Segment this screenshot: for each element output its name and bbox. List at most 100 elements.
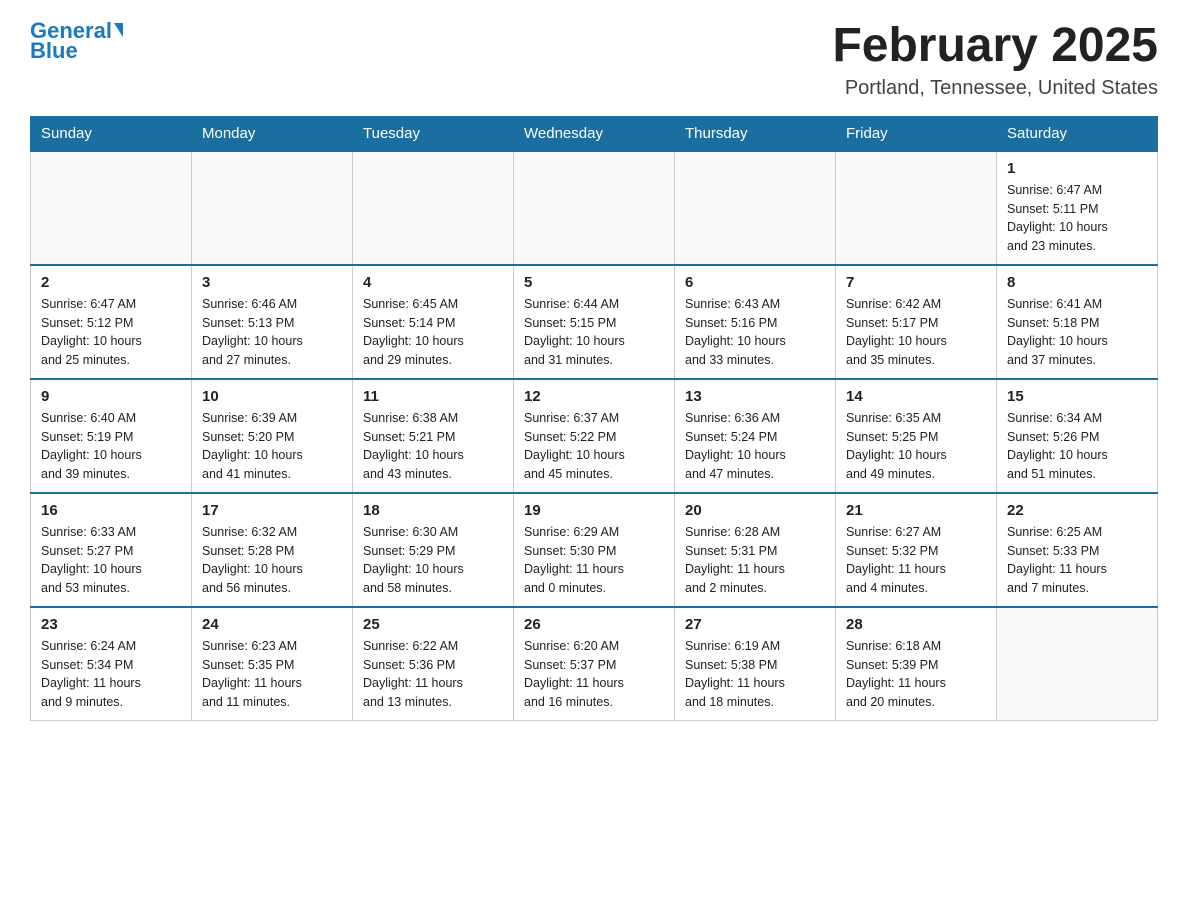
day-info: Sunrise: 6:45 AM Sunset: 5:14 PM Dayligh… (363, 295, 503, 370)
day-info: Sunrise: 6:28 AM Sunset: 5:31 PM Dayligh… (685, 523, 825, 598)
calendar-day-cell (353, 151, 514, 265)
logo-blue: Blue (30, 40, 78, 62)
calendar-day-cell: 3 Sunrise: 6:46 AM Sunset: 5:13 PM Daylig… (192, 265, 353, 379)
calendar-day-cell: 10Sunrise: 6:39 AM Sunset: 5:20 PM Dayli… (192, 379, 353, 493)
calendar-day-cell: 1Sunrise: 6:47 AM Sunset: 5:11 PM Daylig… (997, 151, 1158, 265)
day-number: 3 (202, 274, 342, 291)
calendar-day-cell: 5Sunrise: 6:44 AM Sunset: 5:15 PM Daylig… (514, 265, 675, 379)
day-number: 23 (41, 616, 181, 633)
day-of-week-header: Thursday (675, 116, 836, 151)
day-info: Sunrise: 6:18 AM Sunset: 5:39 PM Dayligh… (846, 637, 986, 712)
day-info: Sunrise: 6:19 AM Sunset: 5:38 PM Dayligh… (685, 637, 825, 712)
day-info: Sunrise: 6:24 AM Sunset: 5:34 PM Dayligh… (41, 637, 181, 712)
day-of-week-header: Tuesday (353, 116, 514, 151)
calendar-day-cell: 14 Sunrise: 6:35 AM Sunset: 5:25 PM Dayli… (836, 379, 997, 493)
day-info: Sunrise: 6:44 AM Sunset: 5:15 PM Dayligh… (524, 295, 664, 370)
page-header: General Blue February 2025 Portland, Ten… (30, 20, 1158, 100)
day-number: 9 (41, 388, 181, 405)
day-info: Sunrise: 6:32 AM Sunset: 5:28 PM Dayligh… (202, 523, 342, 598)
calendar-header-row: SundayMondayTuesdayWednesdayThursdayFrid… (31, 116, 1158, 151)
calendar-week-row: 23 Sunrise: 6:24 AM Sunset: 5:34 PM Dayli… (31, 607, 1158, 721)
calendar-day-cell: 21 Sunrise: 6:27 AM Sunset: 5:32 PM Dayli… (836, 493, 997, 607)
calendar-day-cell: 27 Sunrise: 6:19 AM Sunset: 5:38 PM Dayli… (675, 607, 836, 721)
day-info: Sunrise: 6:20 AM Sunset: 5:37 PM Dayligh… (524, 637, 664, 712)
day-number: 18 (363, 502, 503, 519)
day-number: 14 (846, 388, 986, 405)
day-number: 8 (1007, 274, 1147, 291)
title-block: February 2025 Portland, Tennessee, Unite… (832, 20, 1158, 100)
calendar-week-row: 2Sunrise: 6:47 AM Sunset: 5:12 PM Daylig… (31, 265, 1158, 379)
calendar-day-cell (997, 607, 1158, 721)
day-number: 21 (846, 502, 986, 519)
calendar-day-cell (836, 151, 997, 265)
day-info: Sunrise: 6:47 AM Sunset: 5:11 PM Dayligh… (1007, 181, 1147, 256)
calendar-day-cell: 2Sunrise: 6:47 AM Sunset: 5:12 PM Daylig… (31, 265, 192, 379)
day-info: Sunrise: 6:37 AM Sunset: 5:22 PM Dayligh… (524, 409, 664, 484)
calendar-day-cell: 25 Sunrise: 6:22 AM Sunset: 5:36 PM Dayli… (353, 607, 514, 721)
day-info: Sunrise: 6:27 AM Sunset: 5:32 PM Dayligh… (846, 523, 986, 598)
logo-triangle-icon (114, 23, 123, 37)
calendar-week-row: 1Sunrise: 6:47 AM Sunset: 5:11 PM Daylig… (31, 151, 1158, 265)
day-number: 27 (685, 616, 825, 633)
day-info: Sunrise: 6:22 AM Sunset: 5:36 PM Dayligh… (363, 637, 503, 712)
day-number: 16 (41, 502, 181, 519)
day-of-week-header: Wednesday (514, 116, 675, 151)
calendar-day-cell: 19 Sunrise: 6:29 AM Sunset: 5:30 PM Dayli… (514, 493, 675, 607)
day-info: Sunrise: 6:36 AM Sunset: 5:24 PM Dayligh… (685, 409, 825, 484)
calendar-week-row: 9 Sunrise: 6:40 AM Sunset: 5:19 PM Daylig… (31, 379, 1158, 493)
calendar-day-cell (514, 151, 675, 265)
calendar-day-cell: 11 Sunrise: 6:38 AM Sunset: 5:21 PM Dayli… (353, 379, 514, 493)
day-number: 15 (1007, 388, 1147, 405)
day-number: 28 (846, 616, 986, 633)
day-number: 7 (846, 274, 986, 291)
calendar-day-cell: 23 Sunrise: 6:24 AM Sunset: 5:34 PM Dayli… (31, 607, 192, 721)
calendar-day-cell: 24 Sunrise: 6:23 AM Sunset: 5:35 PM Dayli… (192, 607, 353, 721)
calendar-day-cell: 12 Sunrise: 6:37 AM Sunset: 5:22 PM Dayli… (514, 379, 675, 493)
day-info: Sunrise: 6:47 AM Sunset: 5:12 PM Dayligh… (41, 295, 181, 370)
calendar-day-cell: 8Sunrise: 6:41 AM Sunset: 5:18 PM Daylig… (997, 265, 1158, 379)
day-number: 10 (202, 388, 342, 405)
day-info: Sunrise: 6:23 AM Sunset: 5:35 PM Dayligh… (202, 637, 342, 712)
day-number: 13 (685, 388, 825, 405)
calendar-day-cell: 26 Sunrise: 6:20 AM Sunset: 5:37 PM Dayli… (514, 607, 675, 721)
day-info: Sunrise: 6:40 AM Sunset: 5:19 PM Dayligh… (41, 409, 181, 484)
calendar-day-cell: 4 Sunrise: 6:45 AM Sunset: 5:14 PM Daylig… (353, 265, 514, 379)
calendar-day-cell: 28 Sunrise: 6:18 AM Sunset: 5:39 PM Dayli… (836, 607, 997, 721)
calendar-day-cell: 13 Sunrise: 6:36 AM Sunset: 5:24 PM Dayli… (675, 379, 836, 493)
day-number: 22 (1007, 502, 1147, 519)
calendar-day-cell: 16 Sunrise: 6:33 AM Sunset: 5:27 PM Dayli… (31, 493, 192, 607)
calendar-day-cell (675, 151, 836, 265)
calendar-table: SundayMondayTuesdayWednesdayThursdayFrid… (30, 116, 1158, 721)
logo: General Blue (30, 20, 123, 62)
calendar-day-cell (192, 151, 353, 265)
calendar-day-cell: 15 Sunrise: 6:34 AM Sunset: 5:26 PM Dayli… (997, 379, 1158, 493)
calendar-week-row: 16 Sunrise: 6:33 AM Sunset: 5:27 PM Dayli… (31, 493, 1158, 607)
day-number: 4 (363, 274, 503, 291)
day-info: Sunrise: 6:29 AM Sunset: 5:30 PM Dayligh… (524, 523, 664, 598)
day-number: 12 (524, 388, 664, 405)
day-info: Sunrise: 6:34 AM Sunset: 5:26 PM Dayligh… (1007, 409, 1147, 484)
month-title: February 2025 (832, 20, 1158, 73)
day-of-week-header: Sunday (31, 116, 192, 151)
day-of-week-header: Monday (192, 116, 353, 151)
day-number: 6 (685, 274, 825, 291)
day-number: 24 (202, 616, 342, 633)
day-info: Sunrise: 6:33 AM Sunset: 5:27 PM Dayligh… (41, 523, 181, 598)
day-number: 25 (363, 616, 503, 633)
calendar-day-cell: 18Sunrise: 6:30 AM Sunset: 5:29 PM Dayli… (353, 493, 514, 607)
day-info: Sunrise: 6:42 AM Sunset: 5:17 PM Dayligh… (846, 295, 986, 370)
day-number: 11 (363, 388, 503, 405)
calendar-day-cell: 9 Sunrise: 6:40 AM Sunset: 5:19 PM Daylig… (31, 379, 192, 493)
calendar-day-cell: 6Sunrise: 6:43 AM Sunset: 5:16 PM Daylig… (675, 265, 836, 379)
calendar-day-cell: 17 Sunrise: 6:32 AM Sunset: 5:28 PM Dayli… (192, 493, 353, 607)
day-info: Sunrise: 6:46 AM Sunset: 5:13 PM Dayligh… (202, 295, 342, 370)
day-number: 19 (524, 502, 664, 519)
calendar-day-cell: 7 Sunrise: 6:42 AM Sunset: 5:17 PM Daylig… (836, 265, 997, 379)
day-number: 20 (685, 502, 825, 519)
day-info: Sunrise: 6:35 AM Sunset: 5:25 PM Dayligh… (846, 409, 986, 484)
calendar-day-cell (31, 151, 192, 265)
calendar-day-cell: 20 Sunrise: 6:28 AM Sunset: 5:31 PM Dayli… (675, 493, 836, 607)
day-number: 26 (524, 616, 664, 633)
day-number: 17 (202, 502, 342, 519)
day-info: Sunrise: 6:38 AM Sunset: 5:21 PM Dayligh… (363, 409, 503, 484)
